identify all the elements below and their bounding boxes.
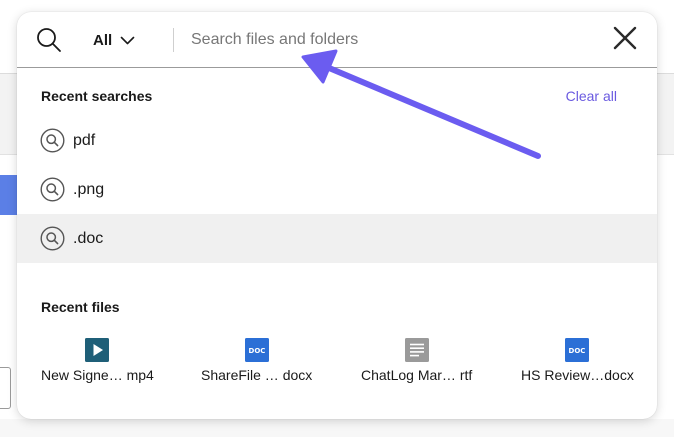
recent-search-label: .png [73, 180, 105, 198]
recent-search-label: .doc [73, 229, 104, 247]
background-blue-button[interactable] [0, 175, 17, 215]
recent-searches-list: pdf .png .doc [17, 116, 657, 263]
doc-file-icon: DOC [565, 338, 589, 362]
close-icon[interactable] [612, 25, 638, 51]
search-scope-label: All [93, 31, 113, 49]
recent-file-name: ShareFile … docx [201, 367, 313, 383]
doc-badge-text: DOC [249, 347, 266, 355]
search-history-icon [40, 128, 65, 153]
clear-all-button[interactable]: Clear all [566, 88, 617, 104]
recent-file-item[interactable]: DOC HS Review…docx [521, 338, 657, 388]
recent-search-item[interactable]: pdf [17, 116, 657, 165]
recent-file-item[interactable]: New Signe… mp4 [41, 338, 181, 388]
search-input[interactable] [191, 26, 591, 54]
search-scope-dropdown[interactable]: All [93, 28, 135, 52]
text-file-icon [405, 338, 429, 362]
background-field[interactable] [0, 367, 11, 409]
recent-search-item[interactable]: .doc [17, 214, 657, 263]
background-bottom-strip [0, 419, 674, 437]
search-bar: All [17, 12, 657, 68]
recent-search-item[interactable]: .png [17, 165, 657, 214]
recent-file-name: New Signe… mp4 [41, 367, 154, 383]
recent-file-name: HS Review…docx [521, 367, 634, 383]
search-icon[interactable] [36, 27, 62, 53]
recent-files-list: New Signe… mp4 DOC ShareFile … docx Chat… [17, 338, 657, 388]
video-file-icon [85, 338, 109, 362]
search-panel: All Recent searches Clear all pdf [17, 12, 657, 419]
recent-file-item[interactable]: ChatLog Mar… rtf [361, 338, 501, 388]
recent-searches-title: Recent searches [41, 88, 153, 104]
recent-file-name: ChatLog Mar… rtf [361, 367, 473, 383]
recent-search-label: pdf [73, 131, 96, 149]
doc-badge-text: DOC [569, 347, 586, 355]
recent-file-item[interactable]: DOC ShareFile … docx [201, 338, 341, 388]
search-history-icon [40, 226, 65, 251]
chevron-down-icon [120, 36, 135, 44]
recent-files-title: Recent files [41, 299, 120, 315]
search-history-icon [40, 177, 65, 202]
search-bar-divider [173, 28, 174, 52]
doc-file-icon: DOC [245, 338, 269, 362]
